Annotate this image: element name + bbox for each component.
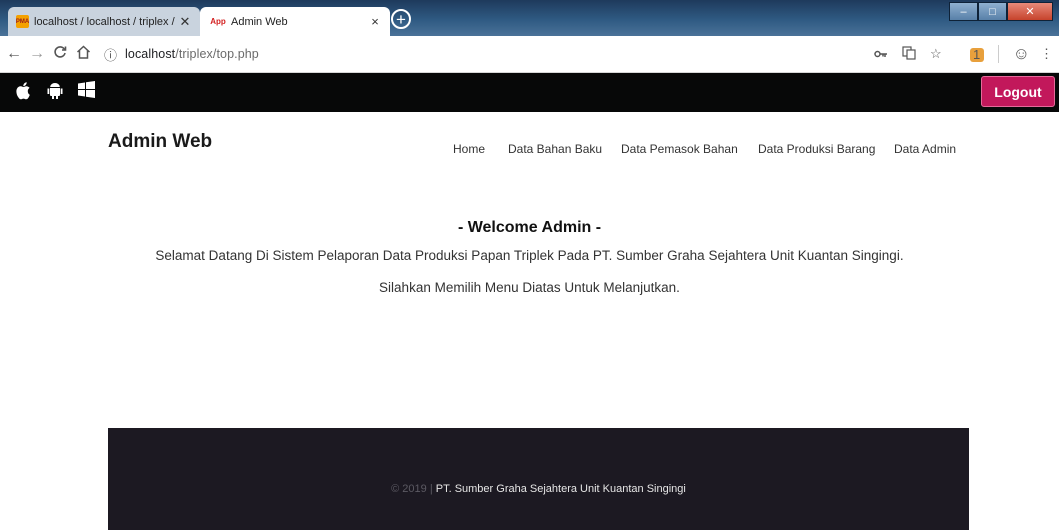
apple-icon[interactable] <box>16 81 34 101</box>
window-controls: – □ ✕ <box>949 2 1053 21</box>
nav-home[interactable]: Home <box>453 142 485 156</box>
translate-icon[interactable] <box>902 45 916 63</box>
address-bar[interactable]: localhost/triplex/top.php <box>125 47 259 61</box>
extension-badge: 1 <box>969 47 984 62</box>
minimize-button[interactable]: – <box>949 2 978 21</box>
app-icon: App <box>210 17 226 26</box>
maximize-button[interactable]: □ <box>978 2 1007 21</box>
phpmyadmin-icon: PMA <box>16 15 29 28</box>
address-path: /triplex/top.php <box>175 47 259 61</box>
menu-icon[interactable]: ⋮ <box>1040 46 1053 62</box>
nav-data-bahan-baku[interactable]: Data Bahan Baku <box>508 142 602 156</box>
windows-icon[interactable] <box>78 81 96 101</box>
tab-title: localhost / localhost / triplex / pr <box>34 15 178 28</box>
close-icon[interactable]: ✕ <box>178 14 192 30</box>
instruction-text: Silahkan Memilih Menu Diatas Untuk Melan… <box>379 280 680 295</box>
nav-data-pemasok-bahan[interactable]: Data Pemasok Bahan <box>621 142 738 156</box>
address-host: localhost <box>125 47 176 61</box>
info-icon[interactable]: ⓘ <box>104 45 117 64</box>
account-icon[interactable]: ☺ <box>1013 44 1030 64</box>
close-icon[interactable]: × <box>368 14 382 29</box>
star-icon[interactable]: ☆ <box>930 46 942 62</box>
toolbar-actions: ☆ 1 ☺ ⋮ <box>860 36 1053 72</box>
footer-copyright: © 2019 | <box>391 483 433 495</box>
toolbar-divider <box>997 45 999 63</box>
key-icon[interactable] <box>874 47 888 62</box>
welcome-message: Selamat Datang Di Sistem Pelaporan Data … <box>155 248 904 263</box>
logout-button[interactable]: Logout <box>981 76 1055 107</box>
extension-icon[interactable]: 1 <box>956 47 984 62</box>
back-icon[interactable]: ← <box>5 45 23 63</box>
footer-company: PT. Sumber Graha Sejahtera Unit Kuantan … <box>432 483 686 495</box>
os-icons <box>16 81 96 101</box>
site-brand[interactable]: Admin Web <box>108 131 212 153</box>
nav-data-produksi-barang[interactable]: Data Produksi Barang <box>758 142 875 156</box>
welcome-heading: - Welcome Admin - <box>457 219 602 236</box>
footer-text: © 2019 | PT. Sumber Graha Sejahtera Unit… <box>108 483 969 495</box>
browser-toolbar: ← → ⓘ localhost/triplex/top.php ☆ 1 ☺ ⋮ <box>0 36 1059 73</box>
forward-icon[interactable]: → <box>28 45 46 63</box>
nav-data-admin[interactable]: Data Admin <box>894 142 956 156</box>
reload-icon[interactable] <box>51 45 69 64</box>
site-top-bar: Logout <box>0 73 1059 112</box>
browser-tab-admin-web[interactable]: App Admin Web × <box>200 7 390 36</box>
browser-tab-strip: PMA localhost / localhost / triplex / pr… <box>0 0 1059 36</box>
android-icon[interactable] <box>47 81 65 101</box>
site-footer: © 2019 | PT. Sumber Graha Sejahtera Unit… <box>108 428 969 530</box>
tab-title: Admin Web <box>231 15 288 28</box>
home-icon[interactable] <box>74 44 92 64</box>
browser-tab-phpmyadmin[interactable]: PMA localhost / localhost / triplex / pr… <box>8 7 200 36</box>
window-close-button[interactable]: ✕ <box>1007 2 1053 21</box>
new-tab-button[interactable]: + <box>391 9 411 29</box>
